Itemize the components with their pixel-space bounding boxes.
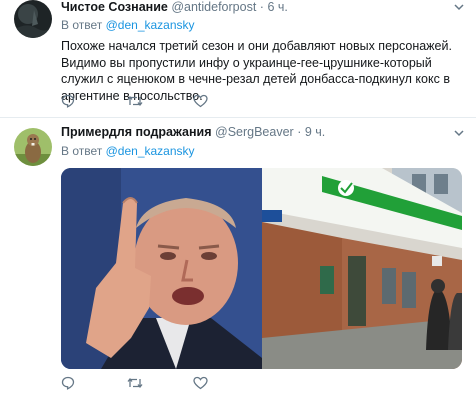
timestamp[interactable]: 9 ч. (305, 125, 325, 139)
tweet[interactable]: Чистое Сознание @antideforpost · 6 ч. В … (0, 0, 476, 118)
retweet-icon (127, 95, 143, 107)
bank-branch-street-photo[interactable] (262, 168, 462, 369)
reply-button[interactable] (61, 93, 127, 109)
separator: · (297, 125, 302, 139)
reply-icon (61, 94, 75, 108)
reply-prefix: В ответ (61, 18, 103, 32)
reply-context: В ответ @den_kazansky (61, 144, 195, 159)
heart-icon (193, 376, 208, 390)
tweet-actions (61, 93, 259, 109)
dark-night-avatar[interactable] (14, 0, 52, 38)
reply-context: В ответ @den_kazansky (61, 18, 195, 33)
tweet[interactable]: Примердля подражания @SergBeaver · 9 ч. … (0, 118, 476, 407)
tweet-actions (61, 375, 259, 391)
reply-mention-link[interactable]: @den_kazansky (106, 18, 195, 32)
reply-button[interactable] (61, 375, 127, 391)
display-name[interactable]: Примердля подражания (61, 125, 212, 139)
heart-icon (193, 94, 208, 108)
reply-icon (61, 376, 75, 390)
user-handle[interactable]: @antideforpost (171, 0, 256, 14)
tweet-header: Чистое Сознание @antideforpost · 6 ч. (61, 0, 288, 15)
retweet-button[interactable] (127, 93, 193, 109)
chevron-down-icon[interactable] (454, 2, 464, 12)
like-button[interactable] (193, 375, 259, 391)
timestamp[interactable]: 6 ч. (267, 0, 287, 14)
display-name[interactable]: Чистое Сознание (61, 0, 168, 14)
beaver-avatar[interactable] (14, 128, 52, 166)
like-button[interactable] (193, 93, 259, 109)
tweet-header: Примердля подражания @SergBeaver · 9 ч. (61, 125, 325, 140)
user-handle[interactable]: @SergBeaver (215, 125, 294, 139)
man-pointing-finger-photo[interactable] (61, 168, 262, 369)
reply-mention-link[interactable]: @den_kazansky (106, 144, 195, 158)
retweet-icon (127, 377, 143, 389)
retweet-button[interactable] (127, 375, 193, 391)
separator: · (259, 0, 264, 14)
tweet-media[interactable] (61, 168, 462, 369)
chevron-down-icon[interactable] (454, 128, 464, 138)
reply-prefix: В ответ (61, 144, 103, 158)
